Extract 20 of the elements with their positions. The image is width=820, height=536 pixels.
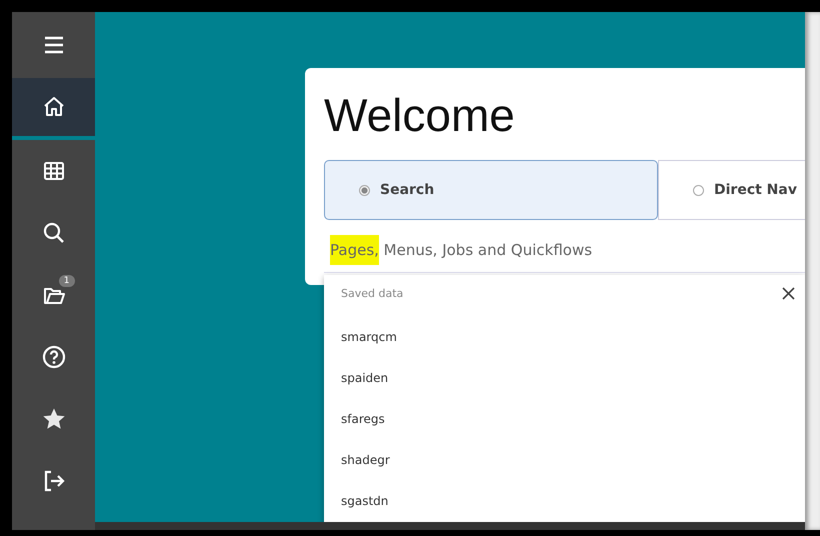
sidebar-button[interactable]: 1 (12, 264, 95, 326)
page-title: Welcome (324, 88, 515, 142)
saved-item[interactable]: shadegr (341, 453, 390, 467)
radio-button[interactable] (693, 184, 704, 196)
count-badge: 1 (58, 275, 74, 287)
grid-icon (42, 159, 66, 183)
saved-item[interactable]: spaiden (341, 371, 388, 385)
saved-item[interactable]: sfaregs (341, 412, 385, 426)
help-icon (42, 345, 66, 369)
saved-item[interactable]: smarqcm (341, 330, 397, 344)
mode-tab[interactable]: Search (324, 160, 658, 220)
star-icon (42, 407, 66, 431)
search-field[interactable]: Pages, Menus, Jobs and Quickflows (324, 228, 805, 273)
close-icon[interactable] (782, 287, 795, 300)
saved-item[interactable]: sgastdn (341, 494, 388, 508)
sidebar-button[interactable] (12, 78, 95, 140)
panel-heading: Saved data (341, 287, 404, 300)
radio-button[interactable] (359, 184, 370, 196)
home-icon (42, 95, 66, 119)
search-icon (42, 221, 66, 245)
